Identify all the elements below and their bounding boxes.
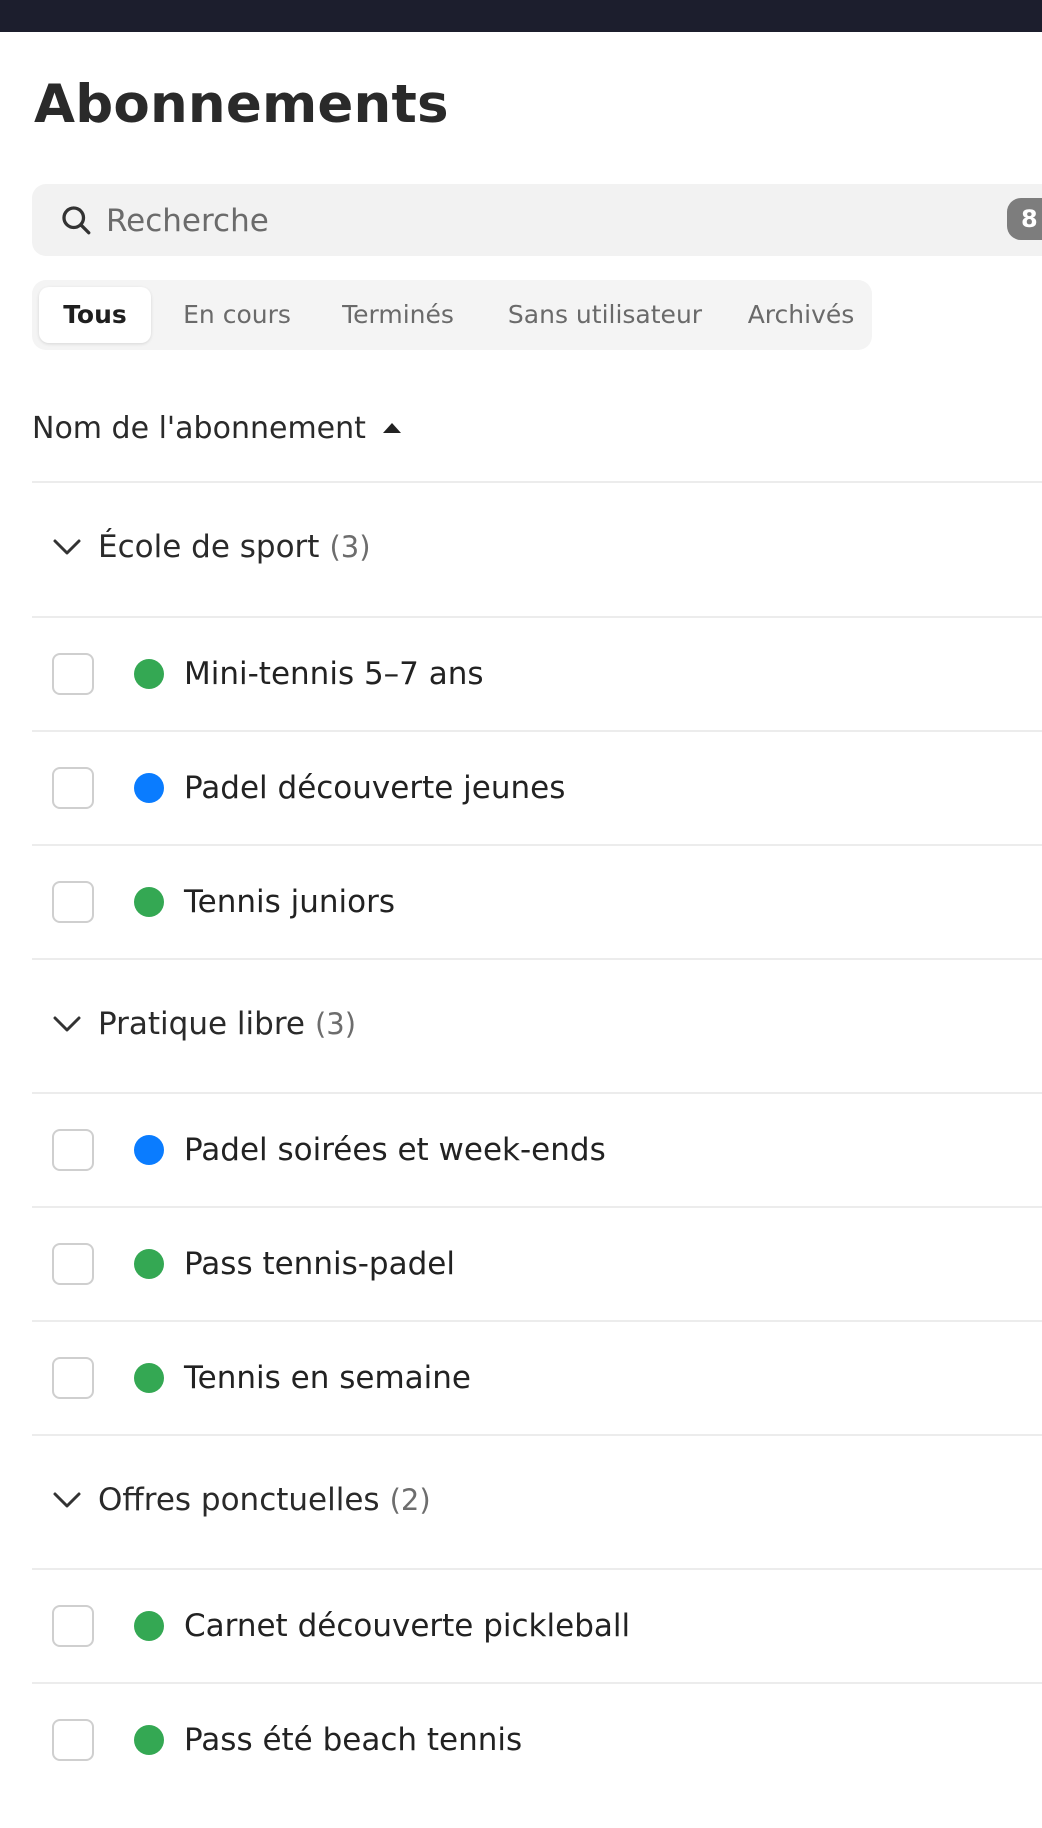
subscription-row[interactable]: Pass tennis-padel: [32, 1208, 1042, 1320]
subscription-row[interactable]: Mini-tennis 5–7 ans: [32, 618, 1042, 730]
subscription-name: Pass été beach tennis: [184, 1722, 523, 1758]
group-label: Offres ponctuelles: [98, 1482, 380, 1518]
result-count-badge: 8: [1007, 198, 1042, 240]
search-bar: 8: [32, 184, 1042, 256]
subscription-name: Tennis en semaine: [184, 1360, 471, 1396]
row-checkbox[interactable]: [52, 1243, 94, 1285]
row-checkbox[interactable]: [52, 653, 94, 695]
sort-column-header[interactable]: Nom de l'abonnement: [32, 398, 402, 458]
chevron-down-icon: [53, 1492, 81, 1508]
row-checkbox[interactable]: [52, 1605, 94, 1647]
row-checkbox[interactable]: [52, 881, 94, 923]
status-dot: [134, 1363, 164, 1393]
group-label: École de sport: [98, 529, 320, 565]
group-count: (3): [314, 1007, 357, 1041]
row-checkbox[interactable]: [52, 767, 94, 809]
status-dot: [134, 1135, 164, 1165]
search-input[interactable]: [104, 196, 908, 246]
status-dot: [134, 1725, 164, 1755]
top-status-bar: [0, 0, 1042, 32]
subscription-name: Pass tennis-padel: [184, 1246, 455, 1282]
subscription-row[interactable]: Tennis en semaine: [32, 1322, 1042, 1434]
tab-en-cours[interactable]: En cours: [163, 287, 311, 343]
group-header-ecole-de-sport[interactable]: École de sport (3): [32, 482, 1042, 612]
subscription-name: Padel soirées et week-ends: [184, 1132, 606, 1168]
tab-sans-utilisateur[interactable]: Sans utilisateur: [485, 287, 725, 343]
row-checkbox[interactable]: [52, 1357, 94, 1399]
chevron-down-icon: [53, 1016, 81, 1032]
filter-tabs: Tous En cours Terminés Sans utilisateur …: [32, 280, 872, 350]
caret-up-icon: [382, 423, 401, 433]
subscription-row[interactable]: Padel soirées et week-ends: [32, 1094, 1042, 1206]
tab-tous[interactable]: Tous: [39, 287, 151, 343]
page-title: Abonnements: [34, 74, 449, 135]
subscription-name: Mini-tennis 5–7 ans: [184, 656, 484, 692]
status-dot: [134, 773, 164, 803]
subscription-row[interactable]: Pass été beach tennis: [32, 1684, 1042, 1796]
row-checkbox[interactable]: [52, 1129, 94, 1171]
tab-termines[interactable]: Terminés: [323, 287, 473, 343]
group-header-pratique-libre[interactable]: Pratique libre (3): [32, 959, 1042, 1089]
subscription-name: Padel découverte jeunes: [184, 770, 566, 806]
group-count: (3): [329, 530, 371, 564]
status-dot: [134, 887, 164, 917]
group-label: Pratique libre: [98, 1006, 305, 1042]
status-dot: [134, 1611, 164, 1641]
subscription-name: Tennis juniors: [184, 884, 396, 920]
row-checkbox[interactable]: [52, 1719, 94, 1761]
subscription-row[interactable]: Padel découverte jeunes: [32, 732, 1042, 844]
group-count: (2): [389, 1483, 431, 1517]
subscription-row[interactable]: Tennis juniors: [32, 846, 1042, 958]
tab-archives[interactable]: Archivés: [737, 287, 865, 343]
chevron-down-icon: [53, 539, 81, 555]
status-dot: [134, 1249, 164, 1279]
subscription-name: Carnet découverte pickleball: [184, 1608, 631, 1644]
group-header-offres-ponctuelles[interactable]: Offres ponctuelles (2): [32, 1435, 1042, 1565]
search-icon: [62, 206, 91, 235]
status-dot: [134, 659, 164, 689]
subscription-row[interactable]: Carnet découverte pickleball: [32, 1570, 1042, 1682]
sort-column-label: Nom de l'abonnement: [32, 410, 366, 446]
